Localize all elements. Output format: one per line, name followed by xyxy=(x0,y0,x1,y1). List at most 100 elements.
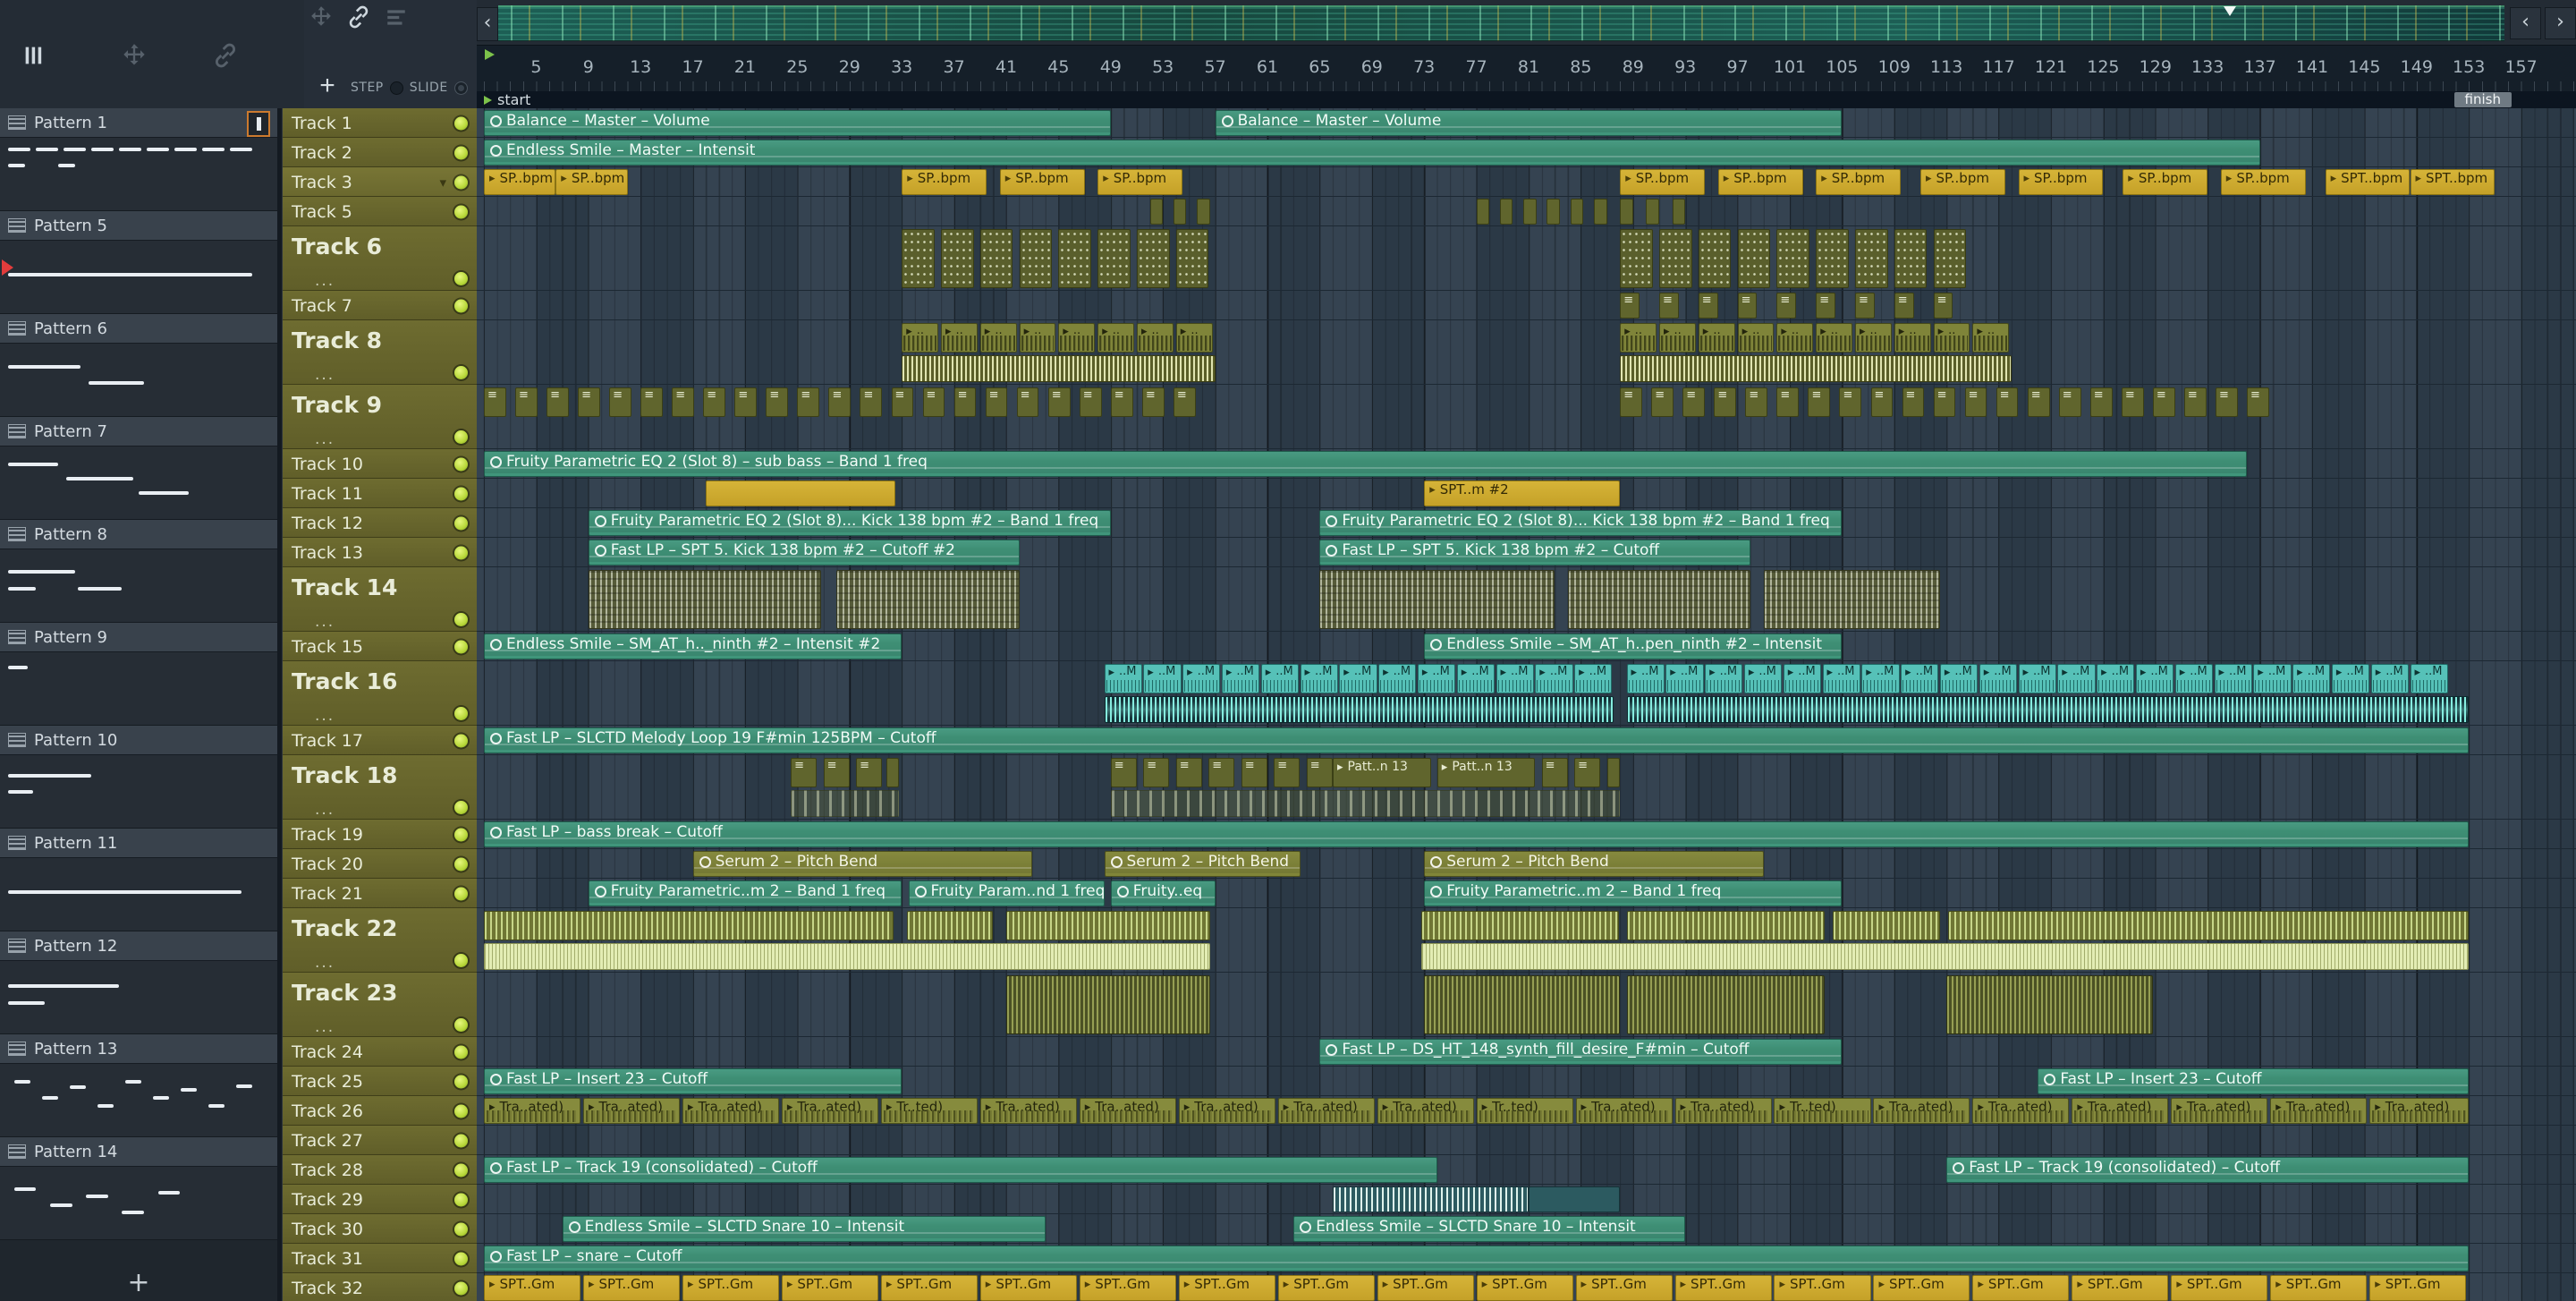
track-mute-led[interactable] xyxy=(454,1134,468,1147)
note-roll-strip[interactable] xyxy=(1947,911,2470,940)
track-header[interactable]: Track 30 xyxy=(283,1214,477,1244)
automation-clip[interactable]: Endless Smile – SLCTD Snare 10 – Intensi… xyxy=(562,1216,1046,1242)
pattern-clip[interactable] xyxy=(1499,199,1513,225)
playlist-lane[interactable]: Endless Smile – SM_AT_h.._ninth #2 – Int… xyxy=(477,632,2576,661)
automation-clip[interactable]: Fruity Parametric EQ 2 (Slot 8)... Kick … xyxy=(588,510,1111,536)
audio-clip[interactable]: ▸.. xyxy=(1019,323,1056,353)
audio-clip[interactable]: ▸ ..M xyxy=(1104,664,1142,693)
pattern-clip[interactable] xyxy=(1606,758,1621,787)
minimap-playhead-icon[interactable] xyxy=(2223,6,2236,16)
pattern-clip[interactable]: ≡ xyxy=(1816,293,1836,319)
pattern-clip[interactable]: ▸ SPT..Gm xyxy=(484,1275,581,1301)
playlist-lane[interactable]: ▸.. ▸.. ▸.. ▸.. ▸.. ▸.. ▸.. ▸.. ▸.. ▸.. ▸.. ▸.. ▸.. ▸… xyxy=(477,320,2576,385)
track-header[interactable]: Track 2 xyxy=(283,138,477,167)
clip-strip[interactable] xyxy=(1529,1186,1621,1212)
pattern-header[interactable]: Pattern 9 xyxy=(0,623,277,652)
pattern-clip[interactable]: ≡ xyxy=(1839,387,1862,417)
pattern-clip[interactable]: ≡ xyxy=(1737,293,1758,319)
automation-clip[interactable]: Serum 2 – Pitch Bend xyxy=(692,851,1033,877)
track-header[interactable]: Track 32 xyxy=(283,1273,477,1301)
audio-clip[interactable]: ▸.. xyxy=(1776,323,1814,353)
pattern-clip[interactable]: ≡ xyxy=(922,387,945,417)
playlist-lane[interactable]: ▸ SP..bpm ▸ SP..bpm ▸ SP..bpm ▸ SP..bpm ▸ SP..bpm… xyxy=(477,167,2576,197)
pattern-header[interactable]: Pattern 7 xyxy=(0,417,277,446)
audio-clip[interactable]: ▸.. xyxy=(1737,323,1775,353)
pattern-clip[interactable]: ▸ SPT..Gm xyxy=(880,1275,978,1301)
pattern-clip[interactable]: ≡ xyxy=(640,387,663,417)
playlist-view-icon[interactable] xyxy=(21,43,47,72)
pattern-item[interactable]: Pattern 8 xyxy=(0,520,277,623)
pattern-clip[interactable]: ▸ SPT..Gm xyxy=(2270,1275,2368,1301)
track-mute-led[interactable] xyxy=(454,828,468,841)
track-mute-led[interactable] xyxy=(454,146,468,159)
timeline-ruler[interactable]: 5 9 13 17 21 25 29 33 37 41 45 49 53 57 61 65 69 73 77 81 85… xyxy=(477,45,2576,91)
audio-clip[interactable]: ▸ Tra..ated) xyxy=(682,1098,779,1124)
pattern-clip[interactable]: ▸ SPT..Gm xyxy=(1277,1275,1375,1301)
pattern-clip[interactable] xyxy=(941,229,974,288)
pattern-clip[interactable] xyxy=(1698,229,1732,288)
playlist-lane[interactable]: ≡ ≡ ≡ ≡ ≡ ≡ ≡ ≡ ≡ xyxy=(477,291,2576,320)
note-preview-strip[interactable] xyxy=(791,790,900,817)
pattern-clip[interactable] xyxy=(1594,199,1607,225)
pattern-clip[interactable]: ≡ xyxy=(2058,387,2081,417)
audio-clip[interactable]: ▸ Tra..ated) xyxy=(1575,1098,1673,1124)
track-options-dots[interactable]: ... xyxy=(315,803,335,818)
waveform-strip[interactable] xyxy=(902,355,1216,382)
pattern-clip[interactable]: ≡ xyxy=(985,387,1008,417)
audio-clip[interactable]: ▸ ..M xyxy=(2135,664,2174,693)
add-pattern-button[interactable]: + xyxy=(0,1267,277,1298)
pattern-clip[interactable] xyxy=(1620,229,1653,288)
pattern-header[interactable]: Pattern 8 xyxy=(0,520,277,549)
pattern-clip[interactable]: ▸ SP..bpm xyxy=(1717,169,1803,195)
playlist-lane[interactable] xyxy=(477,567,2576,632)
pattern-clip[interactable]: ≡ xyxy=(1870,387,1894,417)
audio-clip[interactable]: ▸.. xyxy=(1620,323,1657,353)
playlist-lane[interactable] xyxy=(477,973,2576,1037)
track-header[interactable]: Track 12 xyxy=(283,508,477,538)
audio-clip[interactable]: ▸ ..M xyxy=(1535,664,1573,693)
track-mute-led[interactable] xyxy=(454,613,468,626)
note-roll-strip[interactable] xyxy=(1626,975,1826,1034)
pattern-clip[interactable]: ▸ SP..bpm xyxy=(484,169,556,195)
pattern-clip[interactable]: ▸ SPT..Gm xyxy=(1873,1275,1970,1301)
pattern-clip[interactable]: ▸ SP..bpm xyxy=(1816,169,1902,195)
note-roll-strip[interactable] xyxy=(588,570,821,629)
track-options-dots[interactable]: ... xyxy=(315,432,335,447)
audio-clip[interactable]: ▸.. xyxy=(1659,323,1696,353)
automation-clip[interactable]: Fruity Parametric EQ 2 (Slot 8) – sub ba… xyxy=(484,451,2247,477)
note-roll-strip[interactable] xyxy=(1626,911,1826,940)
track-mute-led[interactable] xyxy=(454,546,468,559)
track-mute-led[interactable] xyxy=(454,116,468,130)
audio-clip[interactable]: ▸ Tra..ated) xyxy=(1674,1098,1772,1124)
pattern-clip[interactable]: ▸ SP..bpm xyxy=(2220,169,2306,195)
pattern-header[interactable]: Pattern 14 xyxy=(0,1137,277,1167)
automation-clip[interactable]: Fast LP – Track 19 (consolidated) – Cuto… xyxy=(1946,1157,2470,1183)
track-header[interactable]: Track 10 xyxy=(283,449,477,479)
note-roll-strip[interactable] xyxy=(907,911,994,940)
audio-clip[interactable]: ▸ ..M xyxy=(1182,664,1221,693)
pattern-clip[interactable]: ≡ xyxy=(1698,293,1718,319)
track-mute-led[interactable] xyxy=(454,516,468,530)
audio-clip[interactable]: ▸ ..M xyxy=(1496,664,1534,693)
pattern-clip[interactable]: ≡ xyxy=(1306,758,1333,787)
automation-clip[interactable]: Fast LP – DS_HT_148_synth_fill_desire_F#… xyxy=(1319,1039,1843,1065)
pattern-clip[interactable]: ▸ SPT..Gm xyxy=(1178,1275,1275,1301)
track-mute-led[interactable] xyxy=(454,1193,468,1206)
automation-clip[interactable]: Fast LP – Track 19 (consolidated) – Cuto… xyxy=(484,1157,1437,1183)
track-mute-led[interactable] xyxy=(454,430,468,444)
playlist-lane[interactable] xyxy=(477,226,2576,291)
track-dropdown-icon[interactable]: ▾ xyxy=(439,174,446,191)
pattern-clip[interactable]: ≡ xyxy=(2247,387,2269,417)
track-header[interactable]: Track 18... xyxy=(283,755,477,820)
audio-clip[interactable]: ▸ ..M xyxy=(1979,664,2018,693)
pattern-clip[interactable]: ▸ Patt..n 13 xyxy=(1436,758,1536,787)
pattern-clip[interactable]: ≡ xyxy=(797,387,820,417)
track-header[interactable]: Track 15 xyxy=(283,632,477,661)
audio-clip[interactable]: ▸.. xyxy=(1816,323,1853,353)
automation-clip[interactable]: Endless Smile – SM_AT_h..pen_ninth #2 – … xyxy=(1424,633,1843,659)
scroll-left-arrow[interactable]: ‹ xyxy=(2510,7,2541,39)
track-mute-led[interactable] xyxy=(454,457,468,471)
pattern-clip[interactable] xyxy=(1646,199,1659,225)
move-tool-icon[interactable] xyxy=(122,43,147,72)
pattern-clip[interactable] xyxy=(1894,229,1928,288)
